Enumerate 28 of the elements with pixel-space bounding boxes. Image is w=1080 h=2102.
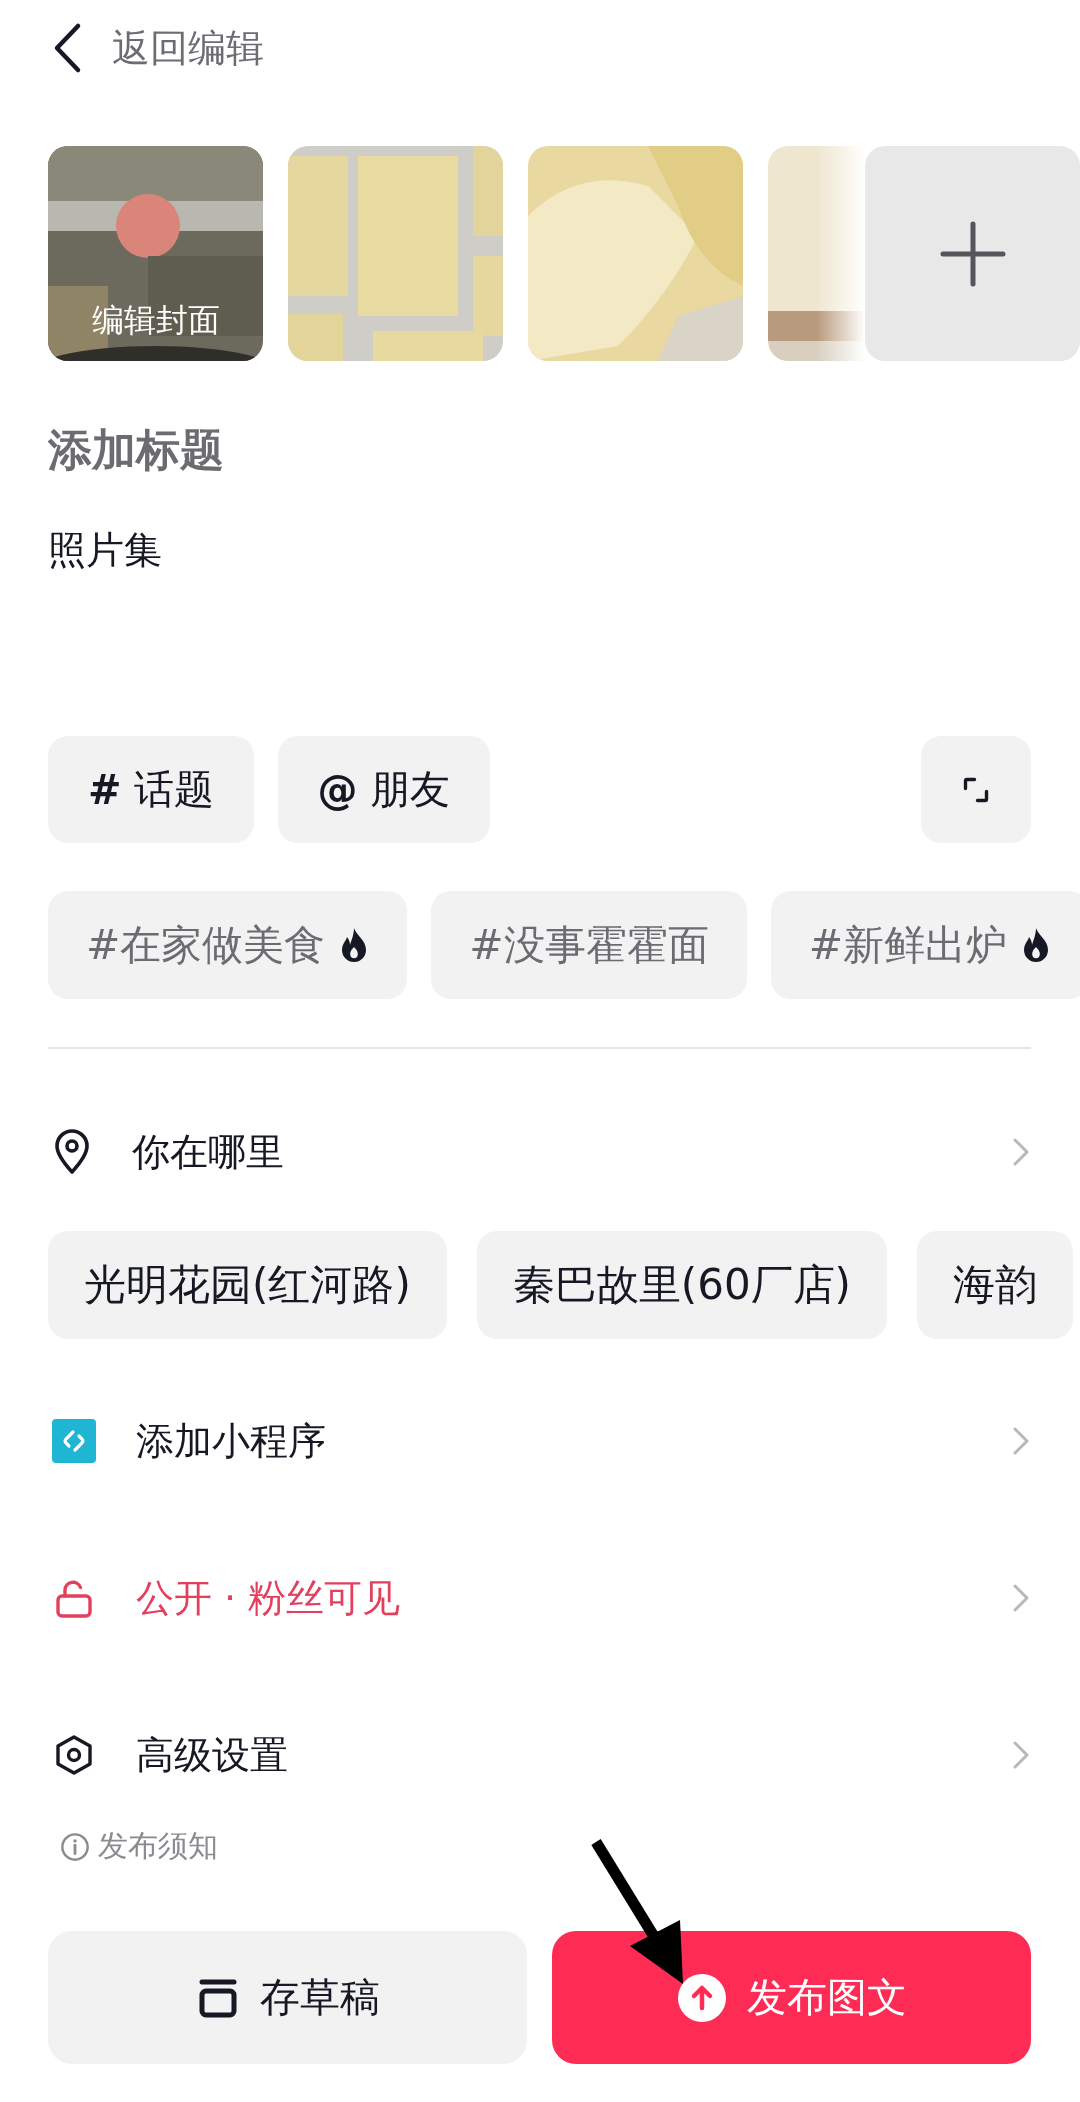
location-label[interactable]: 你在哪里 [132,1126,971,1178]
description-text[interactable]: 照片集 [48,525,1080,576]
chevron-right-icon [1011,1582,1031,1614]
chevron-right-icon [1011,1136,1031,1168]
menu-item[interactable]: 高级设置 [136,1729,971,1781]
upload-icon [676,1972,727,2023]
chevron-right-icon [1011,1739,1031,1771]
back-label[interactable]: 返回编辑 [112,22,264,74]
topic-tag[interactable]: #新鲜出炉 [770,891,1080,999]
menu-item[interactable]: 公开 · 粉丝可见 [136,1572,971,1624]
location-pin-icon [52,1128,92,1176]
save-draft-button[interactable]: 存草稿 [48,1931,527,2064]
add-photo-button[interactable] [865,146,1080,361]
info-icon [60,1831,90,1862]
location-chip[interactable]: 海韵 [917,1231,1073,1339]
menu-item[interactable]: 添加小程序 [136,1415,971,1467]
location-chip[interactable]: 秦巴故里(60厂店) [476,1231,887,1339]
expand-button[interactable] [921,736,1031,843]
topic-tag[interactable]: #在家做美食 [48,891,408,999]
insert-button[interactable]: # 话题 [48,736,254,843]
edit-cover-label[interactable]: 编辑封面 [48,299,263,343]
insert-button[interactable]: @ 朋友 [277,736,490,843]
publish-button[interactable]: 发布图文 [552,1931,1031,2064]
topic-tag[interactable]: #没事霍霍面 [431,891,747,999]
link-icon [52,1419,96,1463]
back-icon[interactable] [52,22,82,74]
location-chip[interactable]: 光明花园(红河路) [48,1231,447,1339]
chevron-right-icon [1011,1425,1031,1457]
